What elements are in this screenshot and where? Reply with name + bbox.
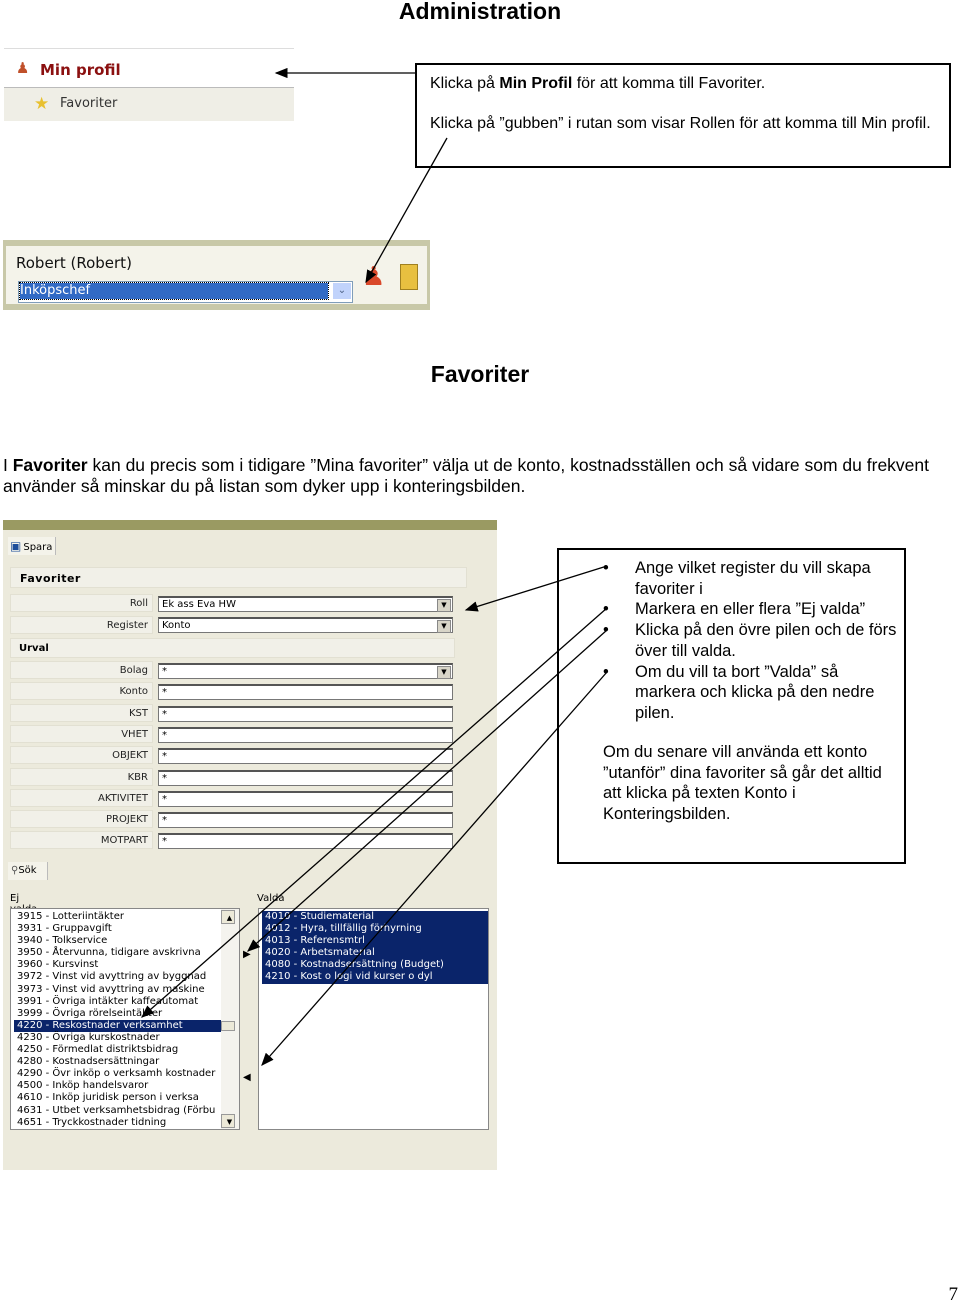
arrow-to-ej-valda bbox=[141, 607, 608, 1018]
document-page: Administration ♟ Min profil ★ Favoriter … bbox=[0, 0, 960, 1305]
arrow-to-move-right bbox=[247, 629, 608, 952]
arrow-to-register bbox=[464, 565, 608, 612]
annotation-arrows bbox=[141, 67, 608, 1066]
arrow-to-move-left bbox=[261, 671, 608, 1066]
arrow-to-user-icon bbox=[365, 137, 448, 284]
page-number: 7 bbox=[948, 1284, 959, 1305]
